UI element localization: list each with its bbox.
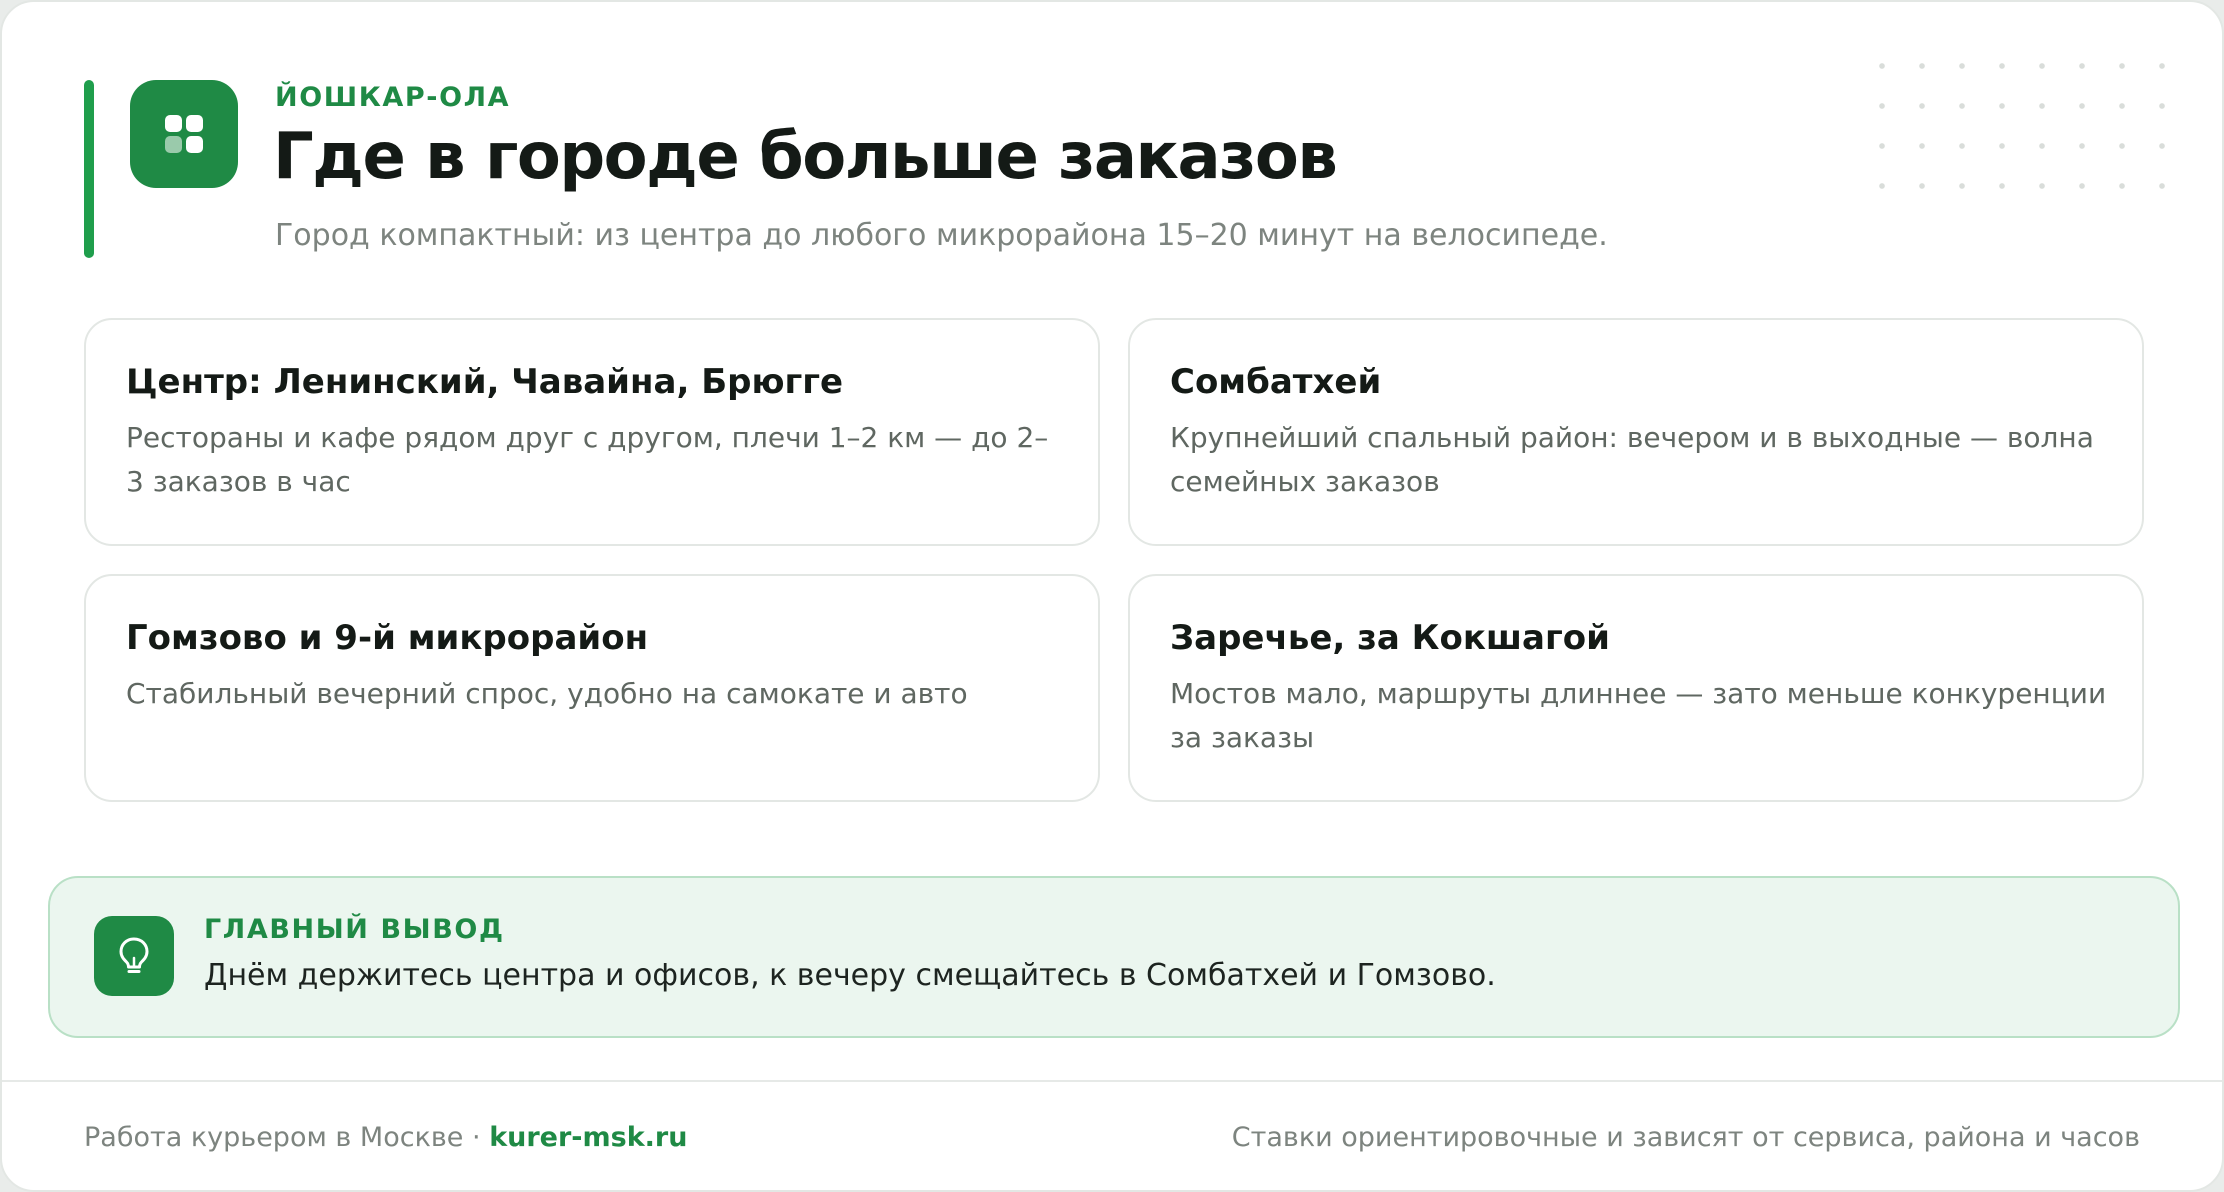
page-subtitle: Город компактный: из центра до любого ми… [275,218,1608,253]
district-card-center: Центр: Ленинский, Чавайна, Брюгге Рестор… [84,318,1100,546]
district-card-gomzovo: Гомзово и 9-й микрорайон Стабильный вече… [84,574,1100,802]
footer-divider [2,1080,2222,1082]
footer-site-text: Работа курьером в Москве [84,1122,464,1153]
footer-site-link[interactable]: kurer-msk.ru [489,1122,687,1153]
district-name: Гомзово и 9-й микрорайон [126,618,649,658]
district-name: Сомбатхей [1170,362,1382,402]
takeaway-text: Днём держитесь центра и офисов, к вечеру… [204,958,1496,993]
district-card-zarechye: Заречье, за Кокшагой Мостов мало, маршру… [1128,574,2144,802]
key-takeaway-panel: ГЛАВНЫЙ ВЫВОД Днём держитесь центра и оф… [48,876,2180,1038]
grid-icon [130,80,238,188]
district-name: Заречье, за Кокшагой [1170,618,1610,658]
city-eyebrow: ЙОШКАР-ОЛА [275,82,511,113]
footer-separator: · [472,1122,481,1153]
info-card: ЙОШКАР-ОЛА Где в городе больше заказов Г… [0,0,2224,1192]
footer-credit: Работа курьером в Москве · kurer-msk.ru [84,1122,687,1153]
district-card-sombathey: Сомбатхей Крупнейший спальный район: веч… [1128,318,2144,546]
lightbulb-icon [94,916,174,996]
footer-disclaimer: Ставки ориентировочные и зависят от серв… [1231,1122,2140,1153]
takeaway-label: ГЛАВНЫЙ ВЫВОД [204,914,505,945]
district-name: Центр: Ленинский, Чавайна, Брюгге [126,362,844,402]
district-description: Рестораны и кафе рядом друг с другом, пл… [126,421,1049,498]
accent-bar [84,80,94,258]
dot-pattern-decoration [1862,46,2182,196]
district-description: Крупнейший спальный район: вечером и в в… [1170,421,2094,498]
district-description: Мостов мало, маршруты длиннее — зато мен… [1170,677,2107,754]
district-description: Стабильный вечерний спрос, удобно на сам… [126,677,968,710]
page-title: Где в городе больше заказов [273,120,1338,194]
